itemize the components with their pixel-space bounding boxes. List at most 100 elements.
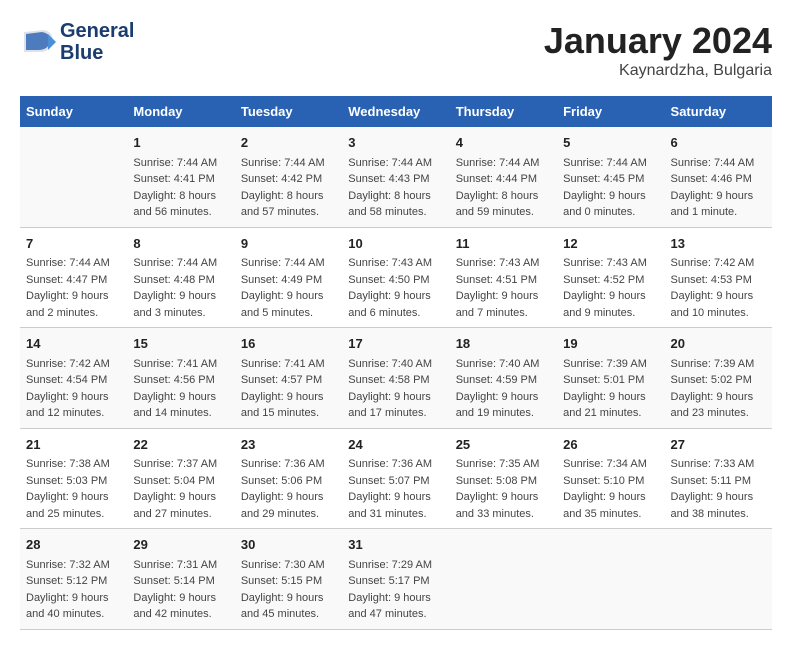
day-info-line: and 5 minutes. (241, 305, 336, 322)
day-info-line: Sunrise: 7:44 AM (26, 255, 121, 272)
day-number: 14 (26, 334, 121, 354)
day-info-line: Daylight: 9 hours (26, 288, 121, 305)
day-info-line: Daylight: 9 hours (563, 489, 658, 506)
day-number: 10 (348, 234, 443, 254)
day-number: 27 (671, 435, 766, 455)
logo: General Blue (20, 20, 134, 64)
day-info-line: Sunset: 4:41 PM (133, 171, 228, 188)
day-info-line: Sunrise: 7:29 AM (348, 557, 443, 574)
weekday-friday: Friday (557, 96, 664, 127)
day-info-line: and 40 minutes. (26, 606, 121, 623)
day-info-line: Sunrise: 7:33 AM (671, 456, 766, 473)
day-number: 7 (26, 234, 121, 254)
day-info-line: and 12 minutes. (26, 405, 121, 422)
day-number: 2 (241, 133, 336, 153)
day-info-line: Sunrise: 7:34 AM (563, 456, 658, 473)
day-info-line: Daylight: 8 hours (133, 188, 228, 205)
calendar-cell: 16Sunrise: 7:41 AMSunset: 4:57 PMDayligh… (235, 328, 342, 429)
day-info-line: Daylight: 9 hours (26, 389, 121, 406)
day-number: 24 (348, 435, 443, 455)
calendar-cell: 19Sunrise: 7:39 AMSunset: 5:01 PMDayligh… (557, 328, 664, 429)
day-info-line: Sunrise: 7:44 AM (563, 155, 658, 172)
page-header: General Blue January 2024 Kaynardzha, Bu… (20, 20, 772, 80)
day-info-line: and 57 minutes. (241, 204, 336, 221)
day-number: 26 (563, 435, 658, 455)
day-info-line: Sunset: 4:53 PM (671, 272, 766, 289)
calendar-cell: 27Sunrise: 7:33 AMSunset: 5:11 PMDayligh… (665, 428, 772, 529)
day-info-line: and 33 minutes. (456, 506, 551, 523)
calendar-cell: 23Sunrise: 7:36 AMSunset: 5:06 PMDayligh… (235, 428, 342, 529)
day-info-line: Sunset: 4:43 PM (348, 171, 443, 188)
day-number: 17 (348, 334, 443, 354)
day-info-line: Sunset: 4:45 PM (563, 171, 658, 188)
day-info-line: Sunset: 5:01 PM (563, 372, 658, 389)
calendar-cell: 8Sunrise: 7:44 AMSunset: 4:48 PMDaylight… (127, 227, 234, 328)
day-info-line: Sunset: 5:12 PM (26, 573, 121, 590)
day-info-line: and 47 minutes. (348, 606, 443, 623)
day-info-line: and 7 minutes. (456, 305, 551, 322)
day-info-line: and 6 minutes. (348, 305, 443, 322)
day-info-line: Sunrise: 7:36 AM (241, 456, 336, 473)
calendar-cell: 24Sunrise: 7:36 AMSunset: 5:07 PMDayligh… (342, 428, 449, 529)
day-number: 29 (133, 535, 228, 555)
day-info-line: Sunset: 5:17 PM (348, 573, 443, 590)
day-info-line: Sunrise: 7:40 AM (456, 356, 551, 373)
weekday-sunday: Sunday (20, 96, 127, 127)
day-info-line: Sunrise: 7:41 AM (241, 356, 336, 373)
month-title: January 2024 (544, 20, 772, 62)
calendar-cell: 10Sunrise: 7:43 AMSunset: 4:50 PMDayligh… (342, 227, 449, 328)
day-info-line: and 25 minutes. (26, 506, 121, 523)
day-info-line: Daylight: 9 hours (241, 489, 336, 506)
day-info-line: Daylight: 9 hours (133, 288, 228, 305)
week-row-4: 21Sunrise: 7:38 AMSunset: 5:03 PMDayligh… (20, 428, 772, 529)
calendar-cell: 21Sunrise: 7:38 AMSunset: 5:03 PMDayligh… (20, 428, 127, 529)
day-info-line: Sunrise: 7:38 AM (26, 456, 121, 473)
week-row-1: 1Sunrise: 7:44 AMSunset: 4:41 PMDaylight… (20, 127, 772, 227)
day-info-line: Sunrise: 7:44 AM (241, 155, 336, 172)
day-info-line: Sunrise: 7:44 AM (241, 255, 336, 272)
day-info-line: and 56 minutes. (133, 204, 228, 221)
day-info-line: Sunset: 5:06 PM (241, 473, 336, 490)
day-info-line: Daylight: 9 hours (456, 288, 551, 305)
day-info-line: Sunrise: 7:31 AM (133, 557, 228, 574)
calendar-cell: 2Sunrise: 7:44 AMSunset: 4:42 PMDaylight… (235, 127, 342, 227)
logo-icon (20, 24, 56, 60)
day-info-line: Daylight: 9 hours (133, 590, 228, 607)
day-number: 28 (26, 535, 121, 555)
day-info-line: Daylight: 9 hours (563, 188, 658, 205)
day-info-line: Sunrise: 7:42 AM (671, 255, 766, 272)
day-info-line: Daylight: 9 hours (26, 590, 121, 607)
day-info-line: and 31 minutes. (348, 506, 443, 523)
day-info-line: and 58 minutes. (348, 204, 443, 221)
day-info-line: Sunset: 5:11 PM (671, 473, 766, 490)
day-info-line: Sunrise: 7:40 AM (348, 356, 443, 373)
day-info-line: Sunset: 5:14 PM (133, 573, 228, 590)
day-info-line: Daylight: 9 hours (241, 590, 336, 607)
day-info-line: Sunrise: 7:44 AM (348, 155, 443, 172)
day-number: 13 (671, 234, 766, 254)
calendar-cell: 3Sunrise: 7:44 AMSunset: 4:43 PMDaylight… (342, 127, 449, 227)
calendar-cell: 4Sunrise: 7:44 AMSunset: 4:44 PMDaylight… (450, 127, 557, 227)
day-info-line: Daylight: 9 hours (348, 389, 443, 406)
day-info-line: and 35 minutes. (563, 506, 658, 523)
calendar-cell: 22Sunrise: 7:37 AMSunset: 5:04 PMDayligh… (127, 428, 234, 529)
day-info-line: Sunset: 4:51 PM (456, 272, 551, 289)
day-info-line: and 38 minutes. (671, 506, 766, 523)
calendar-table: SundayMondayTuesdayWednesdayThursdayFrid… (20, 96, 772, 630)
day-number: 11 (456, 234, 551, 254)
day-info-line: Sunrise: 7:32 AM (26, 557, 121, 574)
day-info-line: Sunset: 5:15 PM (241, 573, 336, 590)
calendar-cell: 29 Sunrise: 7:31 AMSunset: 5:14 PMDayligh… (127, 529, 234, 630)
calendar-cell: 31Sunrise: 7:29 AMSunset: 5:17 PMDayligh… (342, 529, 449, 630)
week-row-3: 14Sunrise: 7:42 AMSunset: 4:54 PMDayligh… (20, 328, 772, 429)
day-info-line: Daylight: 9 hours (241, 389, 336, 406)
day-info-line: Daylight: 9 hours (671, 389, 766, 406)
week-row-2: 7Sunrise: 7:44 AMSunset: 4:47 PMDaylight… (20, 227, 772, 328)
day-info-line: Sunset: 4:46 PM (671, 171, 766, 188)
calendar-cell: 28 Sunrise: 7:32 AMSunset: 5:12 PMDayligh… (20, 529, 127, 630)
day-info-line: Daylight: 9 hours (133, 389, 228, 406)
day-number: 30 (241, 535, 336, 555)
calendar-cell: 18Sunrise: 7:40 AMSunset: 4:59 PMDayligh… (450, 328, 557, 429)
day-info-line: Daylight: 9 hours (671, 489, 766, 506)
calendar-cell: 20Sunrise: 7:39 AMSunset: 5:02 PMDayligh… (665, 328, 772, 429)
